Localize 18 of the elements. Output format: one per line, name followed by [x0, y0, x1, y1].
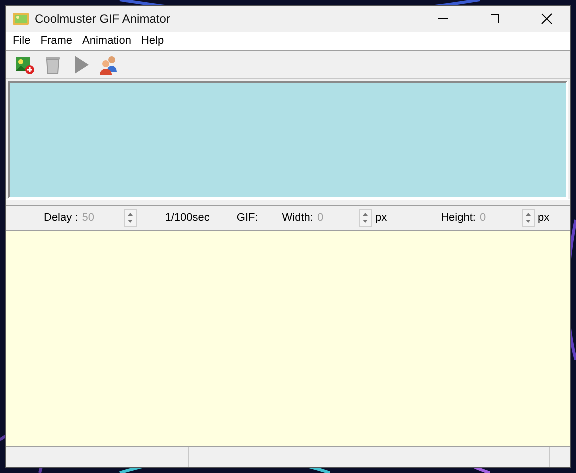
menu-item[interactable]: Help [136, 35, 170, 47]
spinner-icon[interactable] [522, 209, 535, 227]
menu-item[interactable]: Frame [36, 35, 78, 47]
field-label: Width: [282, 212, 314, 224]
setting-label: 1/100sec [165, 212, 210, 224]
menu-item[interactable]: File [8, 35, 36, 47]
users-icon[interactable] [98, 54, 120, 76]
spinner-icon[interactable] [124, 209, 138, 227]
field-label: Delay : [44, 212, 78, 224]
field-label: Height: [441, 212, 476, 224]
window-title: Coolmuster GIF Animator [35, 12, 172, 26]
menu-item[interactable]: Animation [78, 35, 136, 47]
app-icon [13, 12, 29, 26]
splitter-bar[interactable] [6, 199, 570, 206]
unit-label: px [375, 212, 388, 224]
setting-label: GIF: [236, 212, 258, 224]
spinner-icon[interactable] [359, 209, 372, 227]
unit-label: px [538, 212, 550, 224]
